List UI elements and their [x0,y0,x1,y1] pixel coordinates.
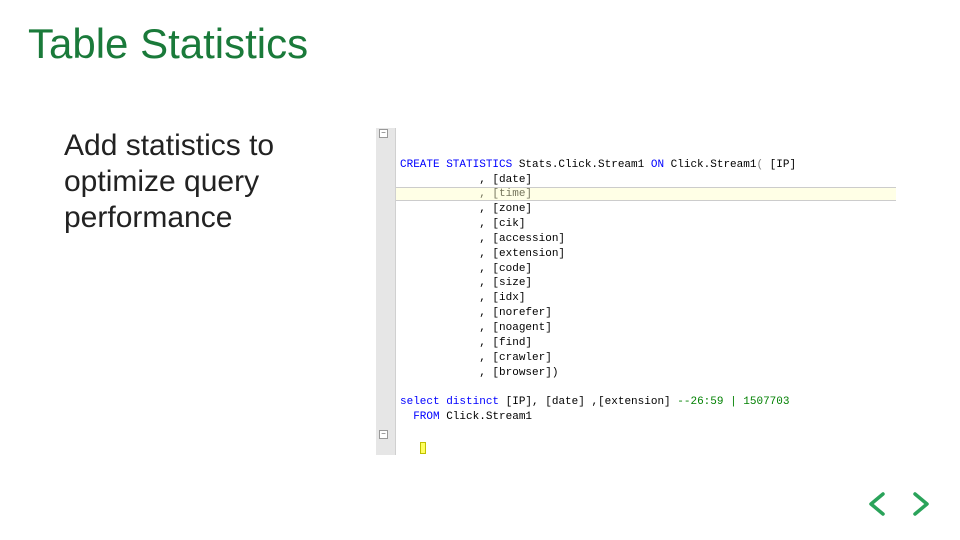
code-text: , [accession] [479,233,565,245]
code-text: , [norefer] [479,307,552,319]
keyword: FROM [413,411,439,423]
code-body[interactable]: CREATE STATISTICS Stats.Click.Stream1 ON… [396,128,896,455]
comment: --26:59 | 1507703 [677,396,789,408]
fold-toggle-icon[interactable]: − [379,430,388,439]
code-text: , [date] [479,174,532,186]
keyword: select distinct [400,396,499,408]
code-editor: − − CREATE STATISTICS Stats.Click.Stream… [376,128,896,455]
code-text: , [time] [479,188,532,200]
code-text: , [find] [479,337,532,349]
code-text: , [zone] [479,203,532,215]
code-text: [IP], [date] ,[extension] [499,396,677,408]
keyword: CREATE STATISTICS [400,159,512,171]
code-text: Click.Stream1 [664,159,756,171]
content-row: Add statistics to optimize query perform… [28,128,932,455]
code-text: , [noagent] [479,322,552,334]
fold-toggle-icon[interactable]: − [379,129,388,138]
code-text: , [code] [479,263,532,275]
prev-slide-icon[interactable] [864,490,892,518]
slide: Table Statistics Add statistics to optim… [0,0,960,540]
cursor-icon [420,442,426,454]
next-slide-icon[interactable] [906,490,934,518]
code-text: , [idx] [479,292,525,304]
code-text: Click.Stream1 [440,411,532,423]
code-text: [IP] [763,159,796,171]
slide-nav [864,490,934,518]
code-text: , [cik] [479,218,525,230]
current-line-highlight [396,187,896,201]
code-text: Stats.Click.Stream1 [512,159,651,171]
keyword: ON [651,159,664,171]
code-text: , [extension] [479,248,565,260]
code-gutter: − − [376,128,396,455]
code-text: , [crawler] [479,352,552,364]
slide-subtitle: Add statistics to optimize query perform… [28,128,348,236]
code-text: , [size] [479,277,532,289]
code-text: , [browser]) [479,367,558,379]
slide-title: Table Statistics [28,20,932,68]
